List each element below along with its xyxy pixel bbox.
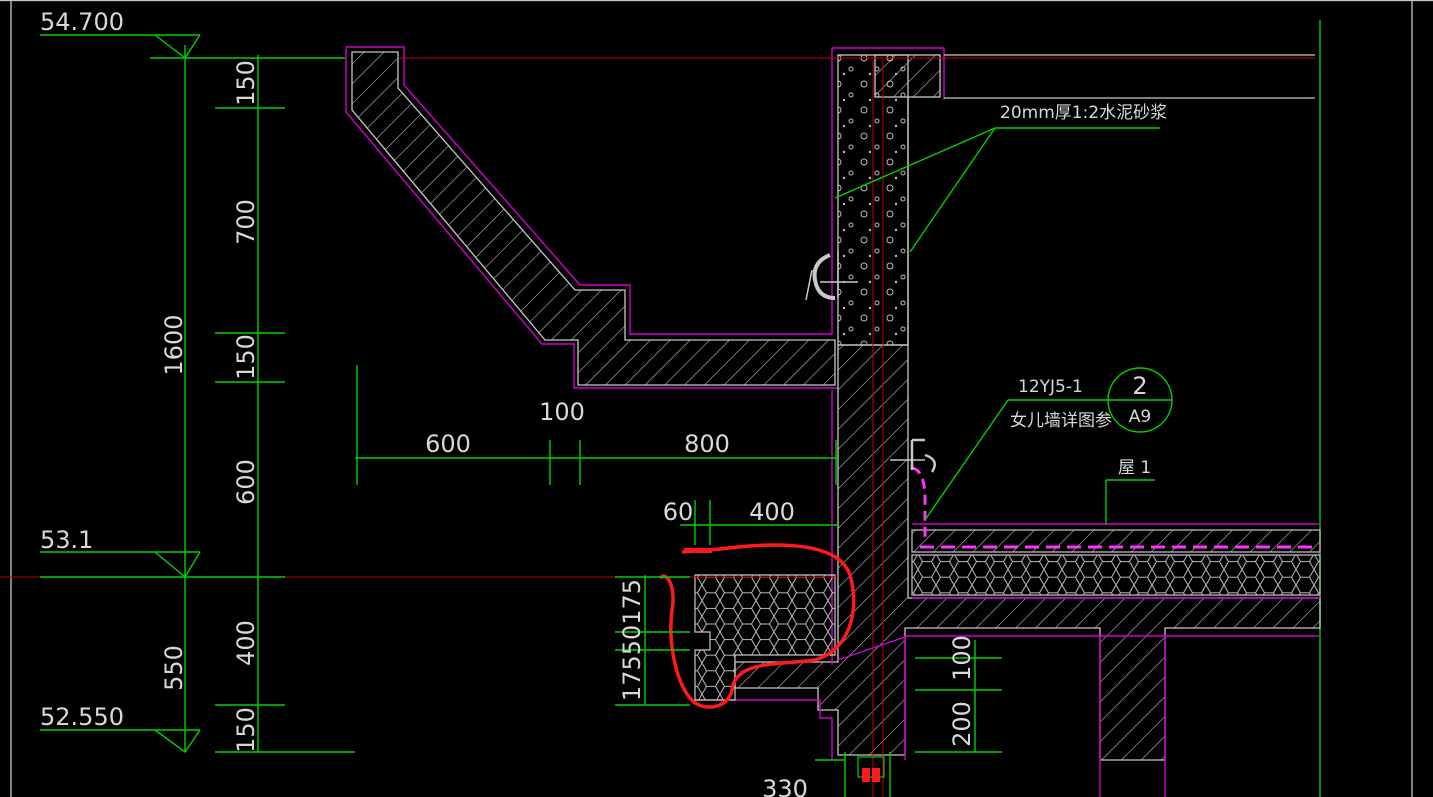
dim-h-400: 400 bbox=[749, 498, 795, 526]
insulation-block bbox=[0, 574, 838, 701]
dim-seg-400: 400 bbox=[232, 620, 260, 666]
dim-h-600: 600 bbox=[425, 430, 471, 458]
dim-h-60: 60 bbox=[663, 498, 694, 526]
elevation-top: 54.700 bbox=[40, 8, 124, 36]
mortar-note: 20mm厚1:2水泥砂浆 bbox=[1000, 103, 1167, 123]
glazing-marker bbox=[815, 752, 891, 797]
wall-column bbox=[692, 60, 1321, 797]
dim-seg-600: 600 bbox=[232, 459, 260, 505]
detail-ref-text: 女儿墙详图参 bbox=[1010, 411, 1112, 431]
dim-seg-150-top: 150 bbox=[232, 60, 260, 106]
detail-ref-code: 12YJ5-1 bbox=[1018, 377, 1083, 397]
elevation-middle: 53.1 bbox=[40, 526, 93, 554]
cad-drawing-canvas[interactable]: 54.700 53.1 52.550 1600 550 150 700 150 … bbox=[0, 0, 1433, 797]
dim-right-200: 200 bbox=[948, 701, 976, 747]
dim-bottom-330: 330 bbox=[762, 775, 808, 797]
gutter-section bbox=[345, 46, 838, 389]
detail-circle-sheet: A9 bbox=[1129, 407, 1151, 427]
roof-label: 屋 1 bbox=[1118, 458, 1151, 478]
roof-label-leader bbox=[1105, 479, 1155, 524]
left-dimension-chain bbox=[40, 34, 355, 753]
detail-circle-number: 2 bbox=[1132, 372, 1147, 400]
roof-layers bbox=[911, 466, 1321, 599]
dim-seg-150-mid: 150 bbox=[232, 334, 260, 380]
dim-right-100: 100 bbox=[948, 635, 976, 681]
dim-v-small: 17550175 bbox=[618, 579, 646, 701]
red-markup-tick bbox=[684, 548, 712, 553]
dim-seg-700: 700 bbox=[232, 199, 260, 245]
dim-h-800: 800 bbox=[684, 430, 730, 458]
dim-seg-150-bottom: 150 bbox=[232, 707, 260, 753]
dim-h-100: 100 bbox=[539, 398, 585, 426]
dim-left-overall: 1600 bbox=[160, 314, 188, 375]
dim-left-lower: 550 bbox=[160, 645, 188, 691]
elevation-bottom: 52.550 bbox=[40, 703, 124, 731]
